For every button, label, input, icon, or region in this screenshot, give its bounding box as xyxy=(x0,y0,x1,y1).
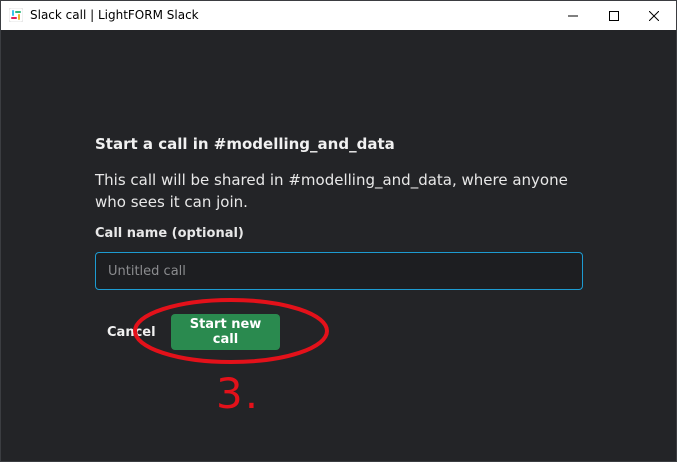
call-name-input[interactable] xyxy=(95,252,583,290)
minimize-icon xyxy=(568,15,578,16)
dialog-description: This call will be shared in #modelling_a… xyxy=(95,171,568,211)
annotation-step-number: 3. xyxy=(216,369,261,418)
slack-app-icon xyxy=(9,8,23,22)
title-bar: Slack call | LightFORM Slack xyxy=(1,1,676,30)
window-title: Slack call | LightFORM Slack xyxy=(30,8,199,22)
slack-call-window: Slack call | LightFORM Slack Start a cal… xyxy=(0,0,677,462)
close-icon xyxy=(649,10,659,21)
call-name-label: Call name (optional) xyxy=(95,226,244,241)
minimize-button[interactable] xyxy=(550,1,596,30)
close-button[interactable] xyxy=(631,1,677,30)
dialog-title: Start a call in #modelling_and_data xyxy=(95,135,395,153)
dialog-content: Start a call in #modelling_and_data This… xyxy=(1,30,676,461)
cancel-button[interactable]: Cancel xyxy=(97,314,166,350)
maximize-icon xyxy=(609,10,619,21)
start-new-call-button[interactable]: Start new call xyxy=(171,314,280,350)
